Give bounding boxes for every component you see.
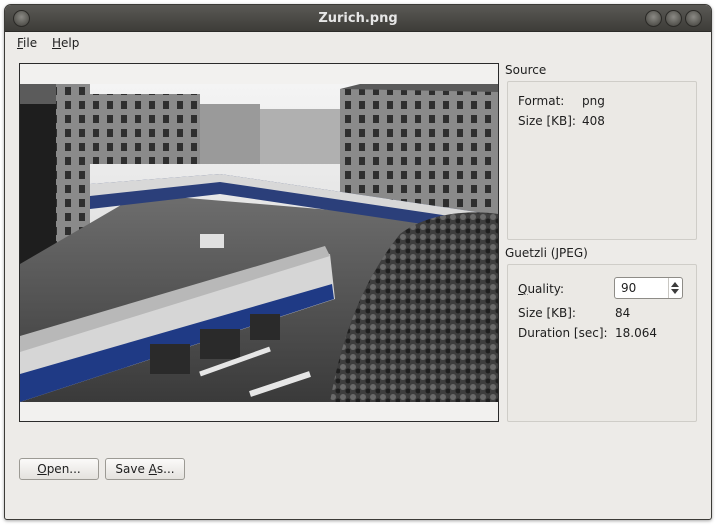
window-menu-button[interactable] — [685, 10, 702, 27]
title-bar[interactable]: Zurich.png — [5, 5, 711, 32]
quality-label: Quality: — [518, 282, 565, 296]
maximize-window-button[interactable] — [665, 10, 682, 27]
source-format-label: Format: — [518, 94, 565, 108]
image-preview-frame — [19, 63, 499, 422]
open-button[interactable]: Open... — [19, 458, 99, 480]
quality-stepper[interactable] — [668, 278, 682, 298]
menu-bar: File Help — [5, 32, 711, 54]
source-size-value: 408 — [582, 114, 605, 128]
minimize-window-button[interactable] — [645, 10, 662, 27]
guetzli-size-value: 84 — [615, 306, 631, 320]
zurich-photo — [20, 84, 498, 402]
duration-label: Duration [sec]: — [518, 326, 608, 340]
guetzli-group-title: Guetzli (JPEG) — [505, 246, 588, 260]
guetzli-size-label: Size [KB]: — [518, 306, 576, 320]
window-title: Zurich.png — [318, 11, 398, 26]
app-window: Zurich.png File Help Source Format: png … — [4, 4, 712, 520]
menu-file[interactable]: File — [17, 36, 37, 50]
chevron-down-icon[interactable] — [671, 289, 679, 294]
source-group-title: Source — [505, 63, 547, 77]
menu-help[interactable]: Help — [52, 36, 79, 50]
quality-value[interactable]: 90 — [621, 281, 636, 295]
chevron-up-icon[interactable] — [671, 282, 679, 287]
duration-value: 18.064 — [615, 326, 657, 340]
source-format-value: png — [582, 94, 605, 108]
source-size-label: Size [KB]: — [518, 114, 576, 128]
quality-spinbox[interactable]: 90 — [614, 277, 683, 299]
save-as-button[interactable]: Save As... — [105, 458, 185, 480]
